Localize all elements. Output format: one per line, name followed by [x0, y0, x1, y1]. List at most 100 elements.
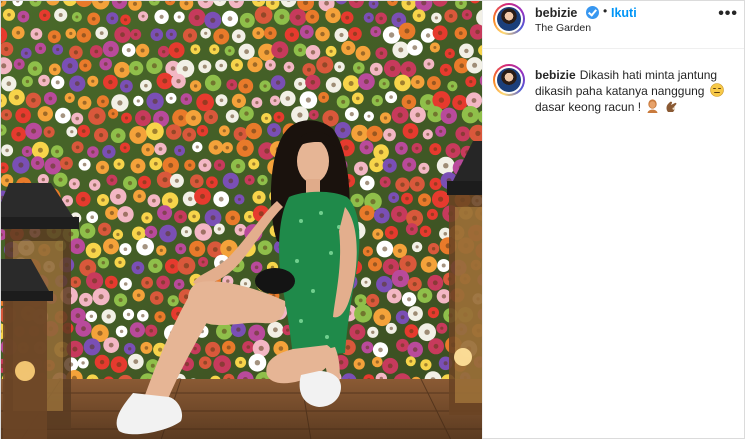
flower-center [443, 163, 449, 169]
flower-center [200, 229, 206, 235]
flower-center [374, 30, 378, 34]
flower-center [248, 215, 252, 219]
flower-center [43, 111, 48, 117]
flower-center [85, 265, 91, 271]
post-photo[interactable] [1, 1, 482, 439]
flower-center [81, 361, 85, 365]
flower-center [73, 280, 78, 284]
flower-center [243, 282, 248, 286]
flower-center [144, 346, 149, 350]
instagram-post: bebizie • Ikuti The Garden ••• bebizie Di… [0, 0, 745, 439]
flower-center [372, 131, 378, 137]
flower-center [364, 145, 369, 150]
post-location[interactable]: The Garden [535, 22, 591, 34]
flower-center [100, 165, 105, 170]
flower-center [392, 293, 397, 299]
follow-button[interactable]: Ikuti [611, 6, 637, 20]
flower-center [83, 297, 88, 302]
flower-center [406, 66, 411, 72]
flower-center [218, 196, 224, 202]
flower-center [399, 146, 404, 151]
flower-center [346, 45, 351, 51]
flower-center [83, 63, 88, 68]
flower-center [245, 18, 250, 23]
flower-center [101, 99, 105, 104]
flower-center [438, 97, 445, 103]
flower-center [16, 132, 21, 137]
header-avatar[interactable] [493, 3, 525, 35]
flower-center [194, 246, 200, 252]
flower-center [413, 311, 418, 316]
flower-center [110, 178, 114, 182]
flower-center [34, 32, 39, 36]
flower-center [230, 215, 235, 221]
flower-center [58, 177, 63, 182]
caption-username[interactable]: bebizie [535, 68, 576, 82]
flower-center [178, 214, 183, 219]
flower-center [153, 161, 158, 166]
flower-center [167, 198, 173, 204]
flower-center [101, 198, 105, 202]
flower-center [179, 247, 183, 251]
flower-center [75, 313, 81, 319]
flower-center [448, 52, 452, 55]
flower-center [239, 360, 243, 364]
flower-center [397, 275, 403, 282]
flower-center [389, 65, 396, 72]
flower-center [264, 116, 268, 120]
flower-center [443, 361, 448, 366]
caption-avatar[interactable] [493, 64, 525, 96]
flower-center [7, 13, 11, 17]
flower-center [424, 363, 428, 367]
flower-center [255, 101, 259, 105]
flower-center [289, 32, 294, 37]
flower-center [382, 246, 388, 252]
flower-center [193, 84, 198, 88]
flower-center [133, 66, 139, 71]
flower-center [123, 18, 128, 22]
flower-center [154, 32, 159, 37]
flower-center [74, 81, 80, 86]
flower-center [140, 48, 145, 53]
flower-center [153, 263, 158, 268]
flower-center [389, 230, 394, 235]
flower-center [174, 47, 180, 53]
header-username[interactable]: bebizie [535, 6, 577, 20]
flower-center [331, 82, 336, 88]
flower-center [58, 13, 63, 17]
flower-center [158, 315, 162, 319]
flower-center [330, 13, 336, 18]
flower-center [222, 129, 226, 133]
flower-center [159, 248, 163, 252]
flower-center [21, 14, 26, 19]
flower-center [415, 112, 421, 118]
expressionless-face-icon [710, 83, 724, 97]
flower-center [286, 328, 290, 332]
flower-center [120, 32, 125, 38]
flower-center [5, 178, 9, 183]
flower-center [208, 114, 213, 120]
flower-center [81, 33, 87, 38]
flower-center [431, 247, 436, 251]
flower-center [85, 228, 90, 234]
flower-center [372, 262, 378, 267]
flower-center [116, 133, 121, 138]
flower-center [227, 16, 233, 22]
flower-center [262, 245, 268, 250]
flower-center [348, 81, 354, 86]
flower-center [162, 50, 166, 54]
flower-center [328, 115, 334, 121]
flower-center [264, 49, 270, 55]
flower-center [412, 347, 418, 352]
flower-center [366, 249, 370, 253]
flower-center [152, 98, 158, 104]
flower-center [371, 330, 375, 334]
more-options-icon[interactable]: ••• [718, 5, 738, 23]
flower-center [339, 32, 344, 38]
flower-center [472, 62, 478, 68]
flower-center [310, 80, 316, 85]
flower-center [471, 98, 477, 103]
flower-center [43, 13, 47, 17]
flower-center [415, 146, 419, 150]
flower-center [136, 293, 141, 298]
